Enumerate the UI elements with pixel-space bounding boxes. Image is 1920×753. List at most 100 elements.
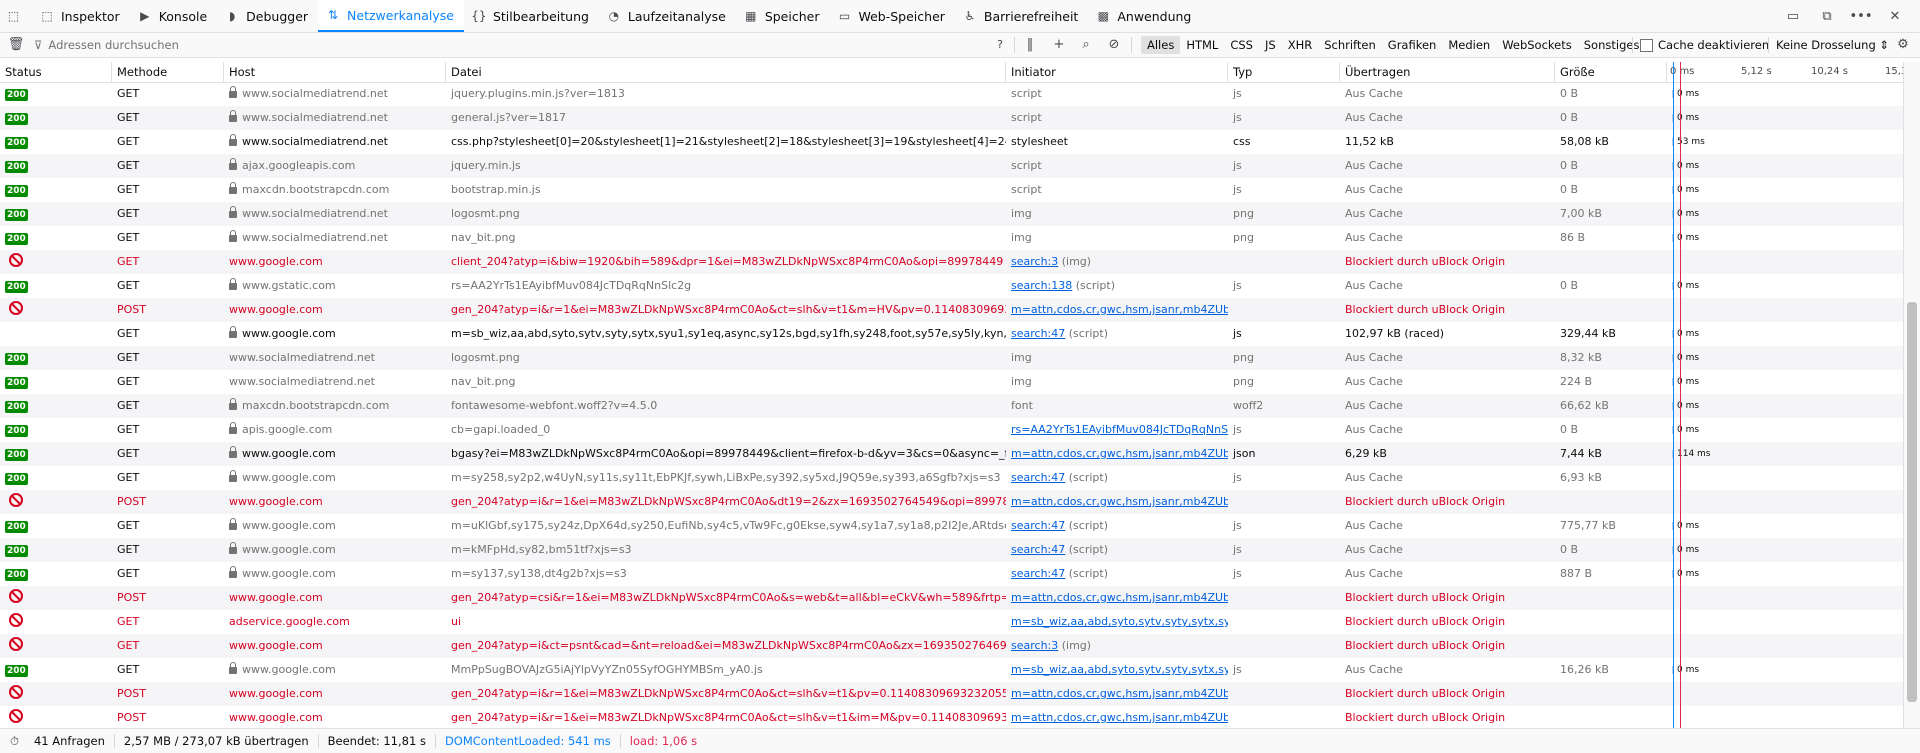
initiator-cell[interactable]: m=attn,cdos,cr,gwc,hsm,jsanr,mb4ZUb,... bbox=[1006, 706, 1228, 728]
initiator-link[interactable]: m=attn,cdos,cr,gwc,hsm,jsanr,mb4ZUb,... bbox=[1011, 303, 1228, 316]
request-row[interactable]: 200 GET www.socialmediatrend.net logosmt.pn… bbox=[0, 346, 1903, 370]
column-type[interactable]: Typ bbox=[1228, 62, 1340, 82]
initiator-link[interactable]: search:47 bbox=[1011, 519, 1065, 532]
disable-cache-checkbox[interactable]: Cache deaktivieren bbox=[1640, 33, 1769, 57]
request-row[interactable]: GET www.google.com client_204?atyp=i&biw=1… bbox=[0, 250, 1903, 274]
initiator-cell[interactable]: m=attn,cdos,cr,gwc,hsm,jsanr,mb4ZUb,... bbox=[1006, 490, 1228, 514]
initiator-link[interactable]: m=attn,cdos,cr,gwc,hsm,jsanr,mb4ZUb,... bbox=[1011, 687, 1228, 700]
tab-speicher[interactable]: ▦ Speicher bbox=[736, 0, 830, 32]
url-filter-input[interactable]: ⊽ Adressen durchsuchen bbox=[34, 33, 179, 57]
tab-konsole[interactable]: ▶ Konsole bbox=[130, 0, 217, 32]
initiator-link[interactable]: search:3 bbox=[1011, 255, 1058, 268]
initiator-cell[interactable]: search:47 (script) bbox=[1006, 322, 1228, 346]
request-row[interactable]: 200 GET apis.google.com cb=gapi.loaded_0 rs=… bbox=[0, 418, 1903, 442]
request-row[interactable]: GET adservice.google.com ui m=sb_wiz,aa,abd… bbox=[0, 610, 1903, 634]
column-status[interactable]: Status bbox=[0, 62, 112, 82]
request-row[interactable]: 200 GET www.google.com bgasy?ei=M83wZLDkNpW… bbox=[0, 442, 1903, 466]
tab-barrierefreiheit[interactable]: ♿ Barrierefreiheit bbox=[955, 0, 1088, 32]
request-row[interactable]: 200 GET www.socialmediatrend.net jquery.plu… bbox=[0, 82, 1903, 106]
initiator-link[interactable]: m=attn,cdos,cr,gwc,hsm,jsanr,mb4ZUb,... bbox=[1011, 591, 1228, 604]
column-method[interactable]: Methode bbox=[112, 62, 224, 82]
initiator-cell[interactable]: search:138 (script) bbox=[1006, 274, 1228, 298]
request-row[interactable]: 200 GET www.google.com m=kMFpHd,sy82,bm51tf… bbox=[0, 538, 1903, 562]
initiator-cell[interactable]: m=sb_wiz,aa,abd,syto,sytv,syty,sytx,syu.… bbox=[1006, 658, 1228, 682]
tab-web-speicher[interactable]: ▭ Web-Speicher bbox=[829, 0, 954, 32]
request-row[interactable]: 200 GET www.google.com MmPpSugBOVAJzG5iAjYl… bbox=[0, 658, 1903, 682]
initiator-link[interactable]: search:3 bbox=[1011, 639, 1058, 652]
column-waterfall[interactable]: 0 ms 5,12 s 10,24 s 15,3 bbox=[1667, 62, 1903, 82]
request-row[interactable]: 200 GET www.google.com m=sy137,sy138,dt4g2b… bbox=[0, 562, 1903, 586]
request-row[interactable]: 200 GET www.socialmediatrend.net general.js… bbox=[0, 106, 1903, 130]
request-row[interactable]: 200 GET maxcdn.bootstrapcdn.com fontawesome… bbox=[0, 394, 1903, 418]
initiator-cell[interactable]: search:47 (script) bbox=[1006, 562, 1228, 586]
type-filter-sonstiges[interactable]: Sonstiges bbox=[1578, 36, 1646, 54]
type-filter-websockets[interactable]: WebSockets bbox=[1496, 36, 1578, 54]
dock-icon[interactable]: ▭ bbox=[1776, 9, 1810, 24]
initiator-link[interactable]: m=attn,cdos,cr,gwc,hsm,jsanr,mb4ZUb,... bbox=[1011, 447, 1228, 460]
initiator-link[interactable]: search:47 bbox=[1011, 543, 1065, 556]
tab-laufzeitanalyse[interactable]: ◔ Laufzeitanalyse bbox=[599, 0, 736, 32]
request-row[interactable]: POST www.google.com gen_204?atyp=i&r=1&ei=… bbox=[0, 682, 1903, 706]
request-row[interactable]: 200 GET www.socialmediatrend.net nav_bit.pn… bbox=[0, 226, 1903, 250]
request-row[interactable]: GET www.google.com m=sb_wiz,aa,abd,syto,sy… bbox=[0, 322, 1903, 346]
request-row[interactable]: 200 GET www.google.com m=uKlGbf,sy175,sy24z… bbox=[0, 514, 1903, 538]
initiator-cell[interactable]: search:47 (script) bbox=[1006, 466, 1228, 490]
initiator-link[interactable]: m=sb_wiz,aa,abd,syto,sytv,syty,sytx,syu.… bbox=[1011, 663, 1228, 676]
initiator-link[interactable]: search:138 bbox=[1011, 279, 1072, 292]
scrollbar-thumb[interactable] bbox=[1907, 302, 1917, 702]
initiator-link[interactable]: rs=AA2YrTs1EAyibfMuv084JcTDqRqNnSl... bbox=[1011, 423, 1228, 436]
initiator-link[interactable]: search:47 bbox=[1011, 567, 1065, 580]
type-filter-schriften[interactable]: Schriften bbox=[1318, 36, 1382, 54]
add-icon[interactable]: + bbox=[1049, 33, 1069, 57]
block-icon[interactable]: ⊘ bbox=[1104, 33, 1124, 57]
column-size[interactable]: Größe bbox=[1555, 62, 1667, 82]
type-filter-js[interactable]: JS bbox=[1259, 36, 1282, 54]
initiator-link[interactable]: search:47 bbox=[1011, 471, 1065, 484]
type-filter-grafiken[interactable]: Grafiken bbox=[1382, 36, 1443, 54]
request-row[interactable]: POST www.google.com gen_204?atyp=csi&r=1&e… bbox=[0, 586, 1903, 610]
request-row[interactable]: POST www.google.com gen_204?atyp=i&r=1&ei=… bbox=[0, 298, 1903, 322]
request-row[interactable]: 200 GET maxcdn.bootstrapcdn.com bootstrap.m… bbox=[0, 178, 1903, 202]
initiator-link[interactable]: m=attn,cdos,cr,gwc,hsm,jsanr,mb4ZUb,... bbox=[1011, 711, 1228, 724]
initiator-cell[interactable]: m=attn,cdos,cr,gwc,hsm,jsanr,mb4ZUb,... bbox=[1006, 298, 1228, 322]
type-filter-html[interactable]: HTML bbox=[1180, 36, 1224, 54]
request-row[interactable]: 200 GET www.google.com m=sy258,sy2p2,w4UyN,… bbox=[0, 466, 1903, 490]
settings-gear-icon[interactable]: ⚙ bbox=[1893, 33, 1913, 57]
initiator-cell[interactable]: m=attn,cdos,cr,gwc,hsm,jsanr,mb4ZUb,... bbox=[1006, 682, 1228, 706]
type-filter-medien[interactable]: Medien bbox=[1442, 36, 1496, 54]
request-row[interactable]: GET www.google.com gen_204?atyp=i&ct=psnt&… bbox=[0, 634, 1903, 658]
type-filter-css[interactable]: CSS bbox=[1224, 36, 1259, 54]
tab-stilbearbeitung[interactable]: {} Stilbearbeitung bbox=[464, 0, 599, 32]
request-row[interactable]: 200 GET www.gstatic.com rs=AA2YrTs1EAyibfMu… bbox=[0, 274, 1903, 298]
initiator-cell[interactable]: m=attn,cdos,cr,gwc,hsm,jsanr,mb4ZUb,... bbox=[1006, 586, 1228, 610]
tab-netzwerkanalyse[interactable]: ⇅ Netzwerkanalyse bbox=[318, 0, 464, 32]
column-host[interactable]: Host bbox=[224, 62, 446, 82]
initiator-cell[interactable]: search:47 (script) bbox=[1006, 538, 1228, 562]
request-row[interactable]: 200 GET www.socialmediatrend.net css.php?st… bbox=[0, 130, 1903, 154]
column-file[interactable]: Datei bbox=[446, 62, 1006, 82]
pause-icon[interactable]: ‖ bbox=[1020, 33, 1040, 57]
initiator-cell[interactable]: search:47 (script) bbox=[1006, 514, 1228, 538]
help-icon[interactable]: ? bbox=[990, 33, 1010, 57]
request-row[interactable]: 200 GET www.socialmediatrend.net nav_bit.pn… bbox=[0, 370, 1903, 394]
more-options-icon[interactable]: ••• bbox=[1844, 9, 1878, 24]
type-filter-alles[interactable]: Alles bbox=[1141, 36, 1181, 54]
close-icon[interactable]: ✕ bbox=[1878, 9, 1912, 24]
initiator-link[interactable]: m=sb_wiz,aa,abd,syto,sytv,syty,sytx,syu.… bbox=[1011, 615, 1228, 628]
column-transferred[interactable]: Übertragen bbox=[1340, 62, 1555, 82]
initiator-cell[interactable]: search:3 (img) bbox=[1006, 250, 1228, 274]
column-initiator[interactable]: Initiator bbox=[1006, 62, 1228, 82]
tab-inspektor[interactable]: ⬚ Inspektor bbox=[32, 0, 130, 32]
request-row[interactable]: POST www.google.com gen_204?atyp=i&r=1&ei=… bbox=[0, 490, 1903, 514]
initiator-cell[interactable]: search:3 (img) bbox=[1006, 634, 1228, 658]
request-row[interactable]: POST www.google.com gen_204?atyp=i&r=1&ei=… bbox=[0, 706, 1903, 728]
tab-anwendung[interactable]: ▩ Anwendung bbox=[1088, 0, 1201, 32]
search-icon[interactable]: ⌕ bbox=[1076, 33, 1096, 57]
initiator-link[interactable]: m=attn,cdos,cr,gwc,hsm,jsanr,mb4ZUb,... bbox=[1011, 495, 1228, 508]
initiator-link[interactable]: search:47 bbox=[1011, 327, 1065, 340]
element-picker-button[interactable]: ⬚ bbox=[0, 0, 32, 32]
throttling-select[interactable]: Keine Drosselung ⇕ bbox=[1776, 33, 1889, 57]
initiator-cell[interactable]: m=sb_wiz,aa,abd,syto,sytv,syty,sytx,syu.… bbox=[1006, 610, 1228, 634]
initiator-cell[interactable]: m=attn,cdos,cr,gwc,hsm,jsanr,mb4ZUb,... bbox=[1006, 442, 1228, 466]
request-row[interactable]: 200 GET ajax.googleapis.com jquery.min.js sc… bbox=[0, 154, 1903, 178]
